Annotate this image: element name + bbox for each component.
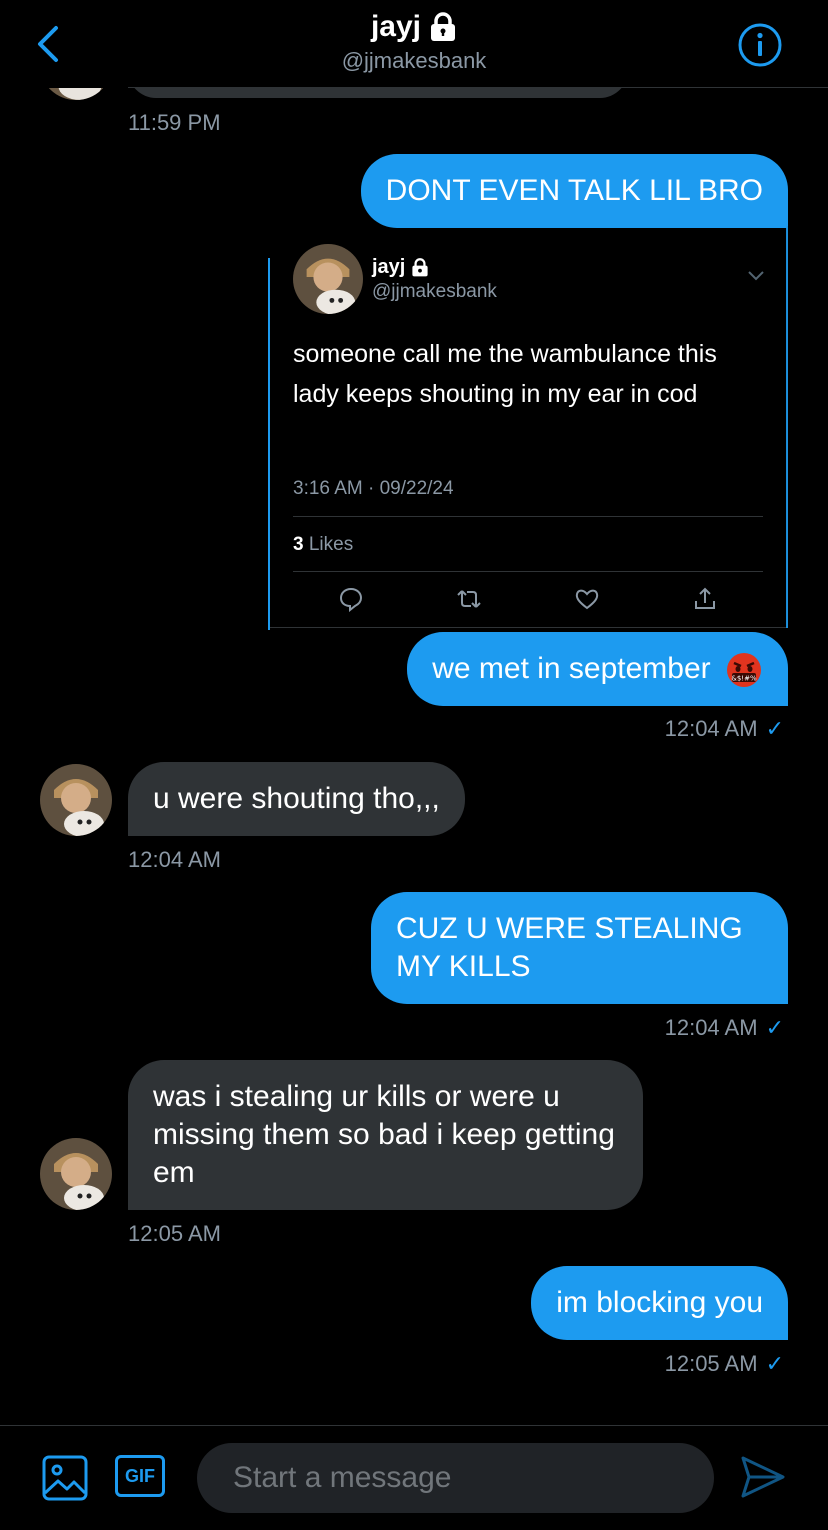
message-timestamp: 12:05 AM — [128, 1221, 221, 1246]
message-text: im blocking you — [556, 1286, 763, 1319]
sent-message-bubble[interactable]: CUZ U WERE STEALING MY KILLS — [371, 892, 788, 1004]
divider — [293, 571, 763, 572]
avatar[interactable] — [40, 764, 112, 836]
composer-divider — [0, 1425, 828, 1426]
tweet-likes-label: Likes — [308, 534, 354, 555]
send-icon[interactable] — [740, 1455, 786, 1499]
message-text: CUZ U WERE STEALING MY KILLS — [396, 912, 743, 983]
like-icon[interactable] — [574, 586, 600, 612]
message-status: 12:04 AM ✓ — [665, 1015, 784, 1041]
message-timestamp: 12:05 AM — [664, 1351, 758, 1376]
message-text: DONT EVEN TALK LIL BRO — [385, 174, 763, 207]
tweet-author-name[interactable]: jayj — [372, 256, 429, 279]
message-text: we met in september — [432, 652, 711, 685]
tweet-text: someone call me the wambulance this lady… — [293, 340, 717, 408]
message-timestamp: 12:04 AM — [128, 847, 221, 872]
conversation-header: jayj @jjmakesbank — [0, 0, 828, 88]
sent-message-bubble[interactable]: DONT EVEN TALK LIL BRO — [360, 154, 788, 228]
message-timestamp: 12:04 AM — [664, 716, 758, 741]
message-status: 12:05 AM ✓ — [665, 1351, 784, 1377]
tweet-actions — [338, 586, 718, 616]
svg-text:&$!#%: &$!#% — [731, 675, 757, 683]
lock-icon — [431, 12, 456, 41]
header-title-block[interactable]: jayj @jjmakesbank — [0, 10, 828, 74]
message-input[interactable] — [197, 1443, 714, 1513]
tweet-likes[interactable]: 3 Likes — [293, 534, 353, 556]
message-status: 12:04 AM ✓ — [665, 716, 784, 742]
header-title: jayj — [371, 10, 457, 44]
header-name: jayj — [370, 10, 422, 43]
avatar[interactable] — [40, 1138, 112, 1210]
share-icon[interactable] — [692, 586, 718, 612]
received-message-bubble[interactable]: u were shouting tho,,, — [128, 762, 465, 836]
received-message-bubble[interactable]: was i stealing ur kills or were u missin… — [128, 1060, 643, 1210]
tweet-timestamp: 3:16 AM · 09/22/24 — [293, 478, 454, 499]
read-check-icon: ✓ — [765, 1015, 784, 1040]
sent-message-bubble[interactable]: im blocking you — [531, 1266, 788, 1340]
tweet-likes-count: 3 — [293, 534, 304, 555]
chevron-down-icon[interactable] — [747, 270, 765, 282]
info-icon[interactable] — [737, 22, 783, 68]
header-handle: @jjmakesbank — [341, 48, 487, 73]
message-text: was i stealing ur kills or were u missin… — [153, 1080, 615, 1189]
message-timestamp: 11:59 PM — [128, 110, 221, 135]
tweet-card-accent-right — [786, 226, 788, 628]
divider — [293, 516, 763, 517]
tweet-author-handle: @jjmakesbank — [372, 281, 497, 302]
tweet-author-avatar[interactable] — [293, 244, 363, 314]
reply-icon[interactable] — [338, 586, 364, 613]
message-timestamp: 12:04 AM — [664, 1015, 758, 1040]
read-check-icon: ✓ — [765, 1351, 784, 1376]
shared-tweet-card[interactable]: jayj @jjmakesbank someone call me the wa… — [268, 226, 788, 630]
lock-icon — [412, 258, 428, 277]
gif-button[interactable]: GIF — [115, 1455, 165, 1497]
header-divider — [128, 87, 828, 88]
image-icon[interactable] — [42, 1455, 88, 1501]
tweet-card-accent-left — [268, 258, 270, 630]
angry-cursing-face-emoji-icon: &$!#% — [727, 653, 761, 688]
read-check-icon: ✓ — [765, 716, 784, 741]
tweet-author-name-text: jayj — [372, 256, 406, 278]
retweet-icon[interactable] — [456, 586, 482, 612]
sent-message-bubble[interactable]: we met in september &$!#% — [407, 632, 788, 707]
message-text: u were shouting tho,,, — [153, 782, 440, 815]
